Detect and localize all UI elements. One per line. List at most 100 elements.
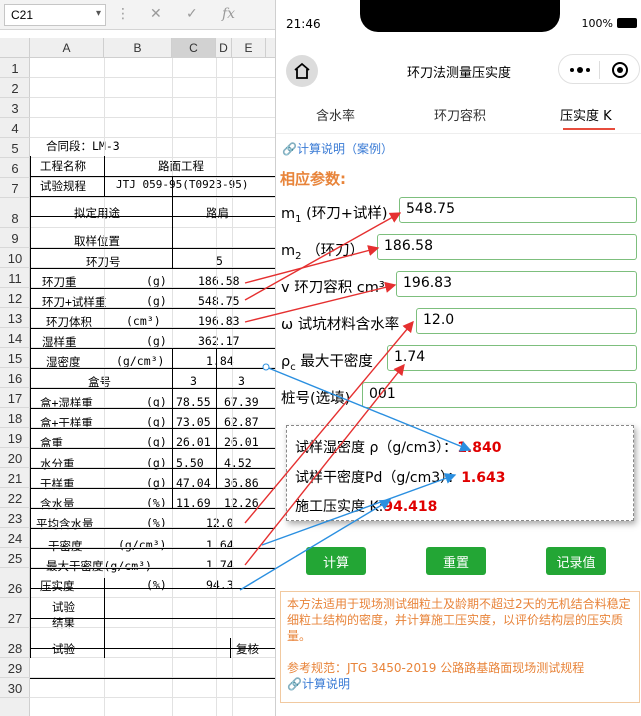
row-header[interactable]: 21	[0, 468, 30, 488]
column-header-d[interactable]: D	[216, 38, 232, 58]
table-border	[30, 348, 280, 349]
cancel-icon[interactable]: ✕	[150, 6, 162, 22]
row-header[interactable]: 22	[0, 488, 30, 508]
volume-input[interactable]: 196.83	[396, 271, 637, 297]
row-header[interactable]: 3	[0, 98, 30, 118]
tester-label[interactable]: 试验	[52, 641, 75, 657]
spreadsheet-grid[interactable]: 合同段：LM-3 工程名称 路面工程 试验规程 JTJ 059-95(T0923…	[30, 58, 280, 716]
ring-sample-value[interactable]: 548.75	[198, 294, 240, 308]
use-value[interactable]: 路肩	[206, 205, 229, 221]
tab-compaction[interactable]: 压实度 K	[560, 105, 612, 124]
row-header[interactable]: 19	[0, 428, 30, 448]
ring-volume-value[interactable]: 196.83	[198, 314, 240, 328]
column-header-c[interactable]: C	[172, 38, 216, 58]
table-border	[30, 468, 280, 469]
compaction-result: 施工压实度 K:94.418	[295, 499, 438, 515]
contract-cell[interactable]: 合同段：LM-3	[46, 138, 120, 154]
row-header[interactable]: 18	[0, 408, 30, 428]
compaction-value[interactable]: 94.3	[206, 578, 234, 592]
column-header-e[interactable]: E	[232, 38, 266, 58]
column-header-b[interactable]: B	[104, 38, 172, 58]
row-header[interactable]: 7	[0, 178, 30, 198]
reset-button[interactable]: 重置	[426, 547, 486, 575]
wet-weight-value[interactable]: 362.17	[198, 334, 240, 348]
dry-sample-label[interactable]: 干样重	[40, 476, 75, 492]
project-value[interactable]: 路面工程	[158, 158, 204, 174]
m1-input[interactable]: 548.75	[399, 197, 637, 223]
spec-label[interactable]: 试验规程	[40, 178, 86, 194]
note-calc-link[interactable]: 🔗计算说明	[287, 676, 633, 692]
station-input[interactable]: 001	[362, 382, 637, 408]
calculate-button[interactable]: 计算	[306, 547, 366, 575]
capsule-menu	[558, 54, 640, 84]
tab-ring-volume[interactable]: 环刀容积	[434, 105, 486, 124]
ring-weight-value[interactable]: 186.58	[198, 274, 240, 288]
unit-g[interactable]: (g)	[146, 294, 167, 308]
calc-explanation-link[interactable]: 🔗计算说明（案例）	[282, 140, 393, 157]
max-density-input[interactable]: 1.74	[387, 345, 637, 371]
row-header[interactable]: 26	[0, 568, 30, 598]
reviewer-label[interactable]: 复核	[236, 641, 259, 657]
spec-value[interactable]: JTJ 059-95(T0923-95)	[116, 178, 248, 191]
project-label[interactable]: 工程名称	[40, 158, 86, 174]
row-header[interactable]: 5	[0, 138, 30, 158]
select-all-corner[interactable]	[0, 38, 30, 58]
more-dots-icon[interactable]	[569, 63, 591, 77]
row-header[interactable]: 28	[0, 628, 30, 658]
row-header[interactable]: 30	[0, 678, 30, 698]
result-label-1[interactable]: 试验	[52, 599, 75, 615]
record-button[interactable]: 记录值	[546, 547, 606, 575]
unit-volume[interactable]: (cm³)	[126, 314, 161, 328]
box-no-2[interactable]: 3	[238, 374, 245, 388]
row-header[interactable]: 15	[0, 348, 30, 368]
row-header[interactable]: 16	[0, 368, 30, 388]
column-header-a[interactable]: A	[30, 38, 104, 58]
row-header[interactable]: 14	[0, 328, 30, 348]
unit-density[interactable]: (g/cm³)	[118, 538, 166, 552]
wet-density-value[interactable]: 1.84	[206, 354, 234, 368]
m2-input[interactable]: 186.58	[377, 234, 637, 260]
row-header[interactable]: 20	[0, 448, 30, 468]
dry-density-label[interactable]: 干密度	[48, 538, 83, 554]
results-panel: 试样湿密度 ρ（g/cm3）：1.840 试样干密度Pd（g/cm3）：1.64…	[286, 425, 634, 521]
name-box[interactable]: C21 ▾	[4, 4, 106, 26]
unit-percent[interactable]: (%)	[146, 578, 167, 592]
moisture-input[interactable]: 12.0	[416, 308, 637, 334]
moisture-label[interactable]: 含水量	[40, 496, 75, 512]
chevron-down-icon[interactable]: ▾	[96, 8, 101, 19]
row-header[interactable]: 17	[0, 388, 30, 408]
battery-icon	[617, 18, 637, 28]
unit-g[interactable]: (g)	[146, 274, 167, 288]
function-icon[interactable]: fx	[222, 6, 235, 22]
row-header[interactable]: 1	[0, 58, 30, 78]
row-header[interactable]: 10	[0, 248, 30, 268]
unit-g[interactable]: (g)	[146, 334, 167, 348]
row-header[interactable]: 23	[0, 508, 30, 528]
max-dry-density-label[interactable]: 最大干密度(g/cm³)	[46, 558, 152, 574]
unit-density[interactable]: (g/cm³)	[116, 354, 164, 368]
row-header[interactable]: 24	[0, 528, 30, 548]
table-border	[30, 328, 280, 329]
row-header[interactable]: 11	[0, 268, 30, 288]
row-header[interactable]: 4	[0, 118, 30, 138]
avg-moisture-label[interactable]: 平均含水量	[36, 516, 94, 532]
row-header[interactable]: 2	[0, 78, 30, 98]
compaction-label[interactable]: 压实度	[40, 578, 75, 594]
close-target-icon[interactable]	[611, 61, 629, 79]
row-header[interactable]: 29	[0, 658, 30, 678]
use-label[interactable]: 拟定用途	[74, 205, 120, 221]
box-no-1[interactable]: 3	[190, 374, 197, 388]
ring-no-value[interactable]: 5	[216, 254, 223, 268]
check-icon[interactable]: ✓	[186, 6, 198, 22]
row-header[interactable]: 27	[0, 598, 30, 628]
dry-density-value[interactable]: 1.64	[206, 538, 234, 552]
tab-moisture[interactable]: 含水率	[316, 105, 355, 124]
row-header[interactable]: 8	[0, 198, 30, 228]
row-header[interactable]: 6	[0, 158, 30, 178]
row-header[interactable]: 12	[0, 288, 30, 308]
water-label[interactable]: 水分重	[40, 456, 75, 472]
row-header[interactable]: 13	[0, 308, 30, 328]
row-header[interactable]: 25	[0, 548, 30, 568]
row-header[interactable]: 9	[0, 228, 30, 248]
max-dry-density-value[interactable]: 1.74	[206, 558, 234, 572]
